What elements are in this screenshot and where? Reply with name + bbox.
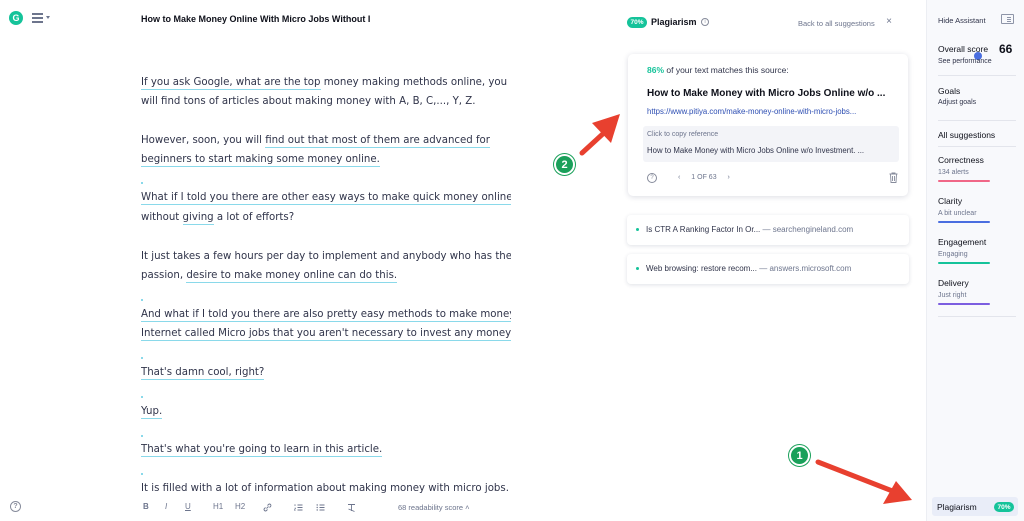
text-line: It is filled with a lot of information a…: [141, 483, 509, 494]
category-delivery[interactable]: Delivery: [938, 278, 969, 288]
underlined-suggestion[interactable]: What if I told you there are other easy …: [141, 192, 511, 205]
text-line: That's damn cool, right?: [141, 367, 265, 380]
h1-button[interactable]: H1: [213, 502, 223, 511]
assistant-sidebar: Hide Assistant Overall score 66 See perf…: [926, 0, 1024, 521]
text-line: will find tons of articles about making …: [141, 96, 476, 107]
text-line: passion, desire to make money online can…: [141, 270, 398, 283]
category-engagement-bar: [938, 262, 990, 264]
text-line: beginners to start making some money onl…: [141, 154, 380, 167]
callout-number-1: 1: [789, 445, 810, 466]
h2-button[interactable]: H2: [235, 502, 245, 511]
underlined-suggestion[interactable]: desire to make money online can do this.: [186, 270, 398, 283]
suggestion-marker: [141, 435, 143, 437]
arrow-to-plagiarism-item: [815, 459, 912, 504]
copy-reference-box[interactable]: Click to copy reference How to Make Mone…: [643, 126, 899, 162]
category-delivery-bar: [938, 303, 990, 305]
text-line: And what if I told you there are also pr…: [141, 309, 511, 322]
suggestion-marker: [141, 473, 143, 475]
underlined-suggestion[interactable]: That's what you're going to learn in thi…: [141, 444, 383, 457]
text-line: If you ask Google, what are the top mone…: [141, 77, 508, 90]
bold-button[interactable]: B: [143, 502, 149, 511]
category-delivery-status: Just right: [938, 292, 967, 299]
category-clarity[interactable]: Clarity: [938, 196, 962, 206]
suggestion-marker: [141, 396, 143, 398]
source-title[interactable]: How to Make Money with Micro Jobs Online…: [647, 88, 902, 99]
category-correctness-bar: [938, 180, 990, 182]
source-pager: ‹ 1 OF 63 ›: [678, 174, 739, 181]
suggestion-marker: [141, 357, 143, 359]
other-source-item[interactable]: Is CTR A Ranking Factor In Or... — searc…: [627, 215, 909, 245]
sidebar-item-plagiarism[interactable]: Plagiarism 70%: [932, 497, 1018, 516]
underlined-suggestion[interactable]: Internet called Micro jobs that you aren…: [141, 328, 511, 341]
underlined-suggestion[interactable]: Yup.: [141, 406, 163, 419]
plagiarism-badge: 70%: [627, 17, 647, 28]
underlined-suggestion[interactable]: beginners to start making some money onl…: [141, 154, 380, 167]
underlined-suggestion[interactable]: If you ask Google, what are the top: [141, 77, 321, 90]
suggestion-marker: [141, 299, 143, 301]
help-icon[interactable]: ?: [647, 173, 657, 183]
underline-button[interactable]: U: [185, 502, 191, 511]
text-line: It just takes a few hours per day to imp…: [141, 251, 511, 262]
copy-reference-label: Click to copy reference: [647, 131, 719, 138]
plagiarism-label: Plagiarism: [937, 502, 977, 512]
category-engagement[interactable]: Engagement: [938, 237, 986, 247]
help-icon[interactable]: ?: [10, 501, 21, 512]
hide-assistant-icon[interactable]: [1001, 14, 1014, 24]
arrow-to-source-card: [579, 114, 620, 156]
text-line: That's what you're going to learn in thi…: [141, 444, 383, 457]
category-clarity-bar: [938, 221, 990, 223]
copy-reference-text: How to Make Money with Micro Jobs Online…: [647, 146, 865, 155]
text-line: Yup.: [141, 406, 163, 419]
clear-format-icon[interactable]: [347, 503, 356, 512]
pager-prev-button[interactable]: ‹: [678, 174, 680, 181]
readability-score[interactable]: 68 readability score ˄: [398, 503, 470, 512]
goals-label[interactable]: Goals: [938, 86, 960, 96]
overall-score-value: 66: [999, 42, 1013, 56]
format-toolbar: B I U H1 H2: [141, 502, 371, 514]
plagiarism-panel-title: Plagiarism: [651, 17, 697, 27]
all-suggestions-link[interactable]: All suggestions: [938, 130, 995, 140]
bulleted-list-icon[interactable]: [316, 503, 325, 512]
editor-body[interactable]: If you ask Google, what are the top mone…: [141, 74, 511, 494]
adjust-goals-link[interactable]: Adjust goals: [938, 99, 976, 106]
category-correctness-status: 134 alerts: [938, 169, 969, 176]
pager-next-button[interactable]: ›: [728, 174, 730, 181]
trash-icon[interactable]: [889, 172, 898, 183]
text-line: without giving a lot of efforts?: [141, 212, 295, 225]
grammarly-logo-icon[interactable]: G: [9, 11, 23, 25]
close-icon[interactable]: ×: [884, 17, 894, 27]
divider: [938, 120, 1016, 121]
italic-button[interactable]: I: [165, 502, 167, 511]
other-source-item[interactable]: Web browsing: restore recom... — answers…: [627, 254, 909, 284]
match-summary: 86% of your text matches this source:: [647, 65, 789, 75]
plagiarism-source-card[interactable]: 86% of your text matches this source: Ho…: [628, 54, 908, 196]
back-to-suggestions-link[interactable]: Back to all suggestions: [798, 19, 875, 28]
underlined-suggestion[interactable]: find out that most of them are advanced …: [265, 135, 490, 148]
text-line: What if I told you there are other easy …: [141, 192, 511, 205]
underlined-suggestion[interactable]: And what if I told you there are also pr…: [141, 309, 511, 322]
divider: [938, 75, 1016, 76]
menu-icon[interactable]: [32, 11, 50, 25]
underlined-suggestion[interactable]: giving: [182, 212, 214, 225]
pager-page-indicator: 1 OF 63: [691, 174, 717, 181]
text-line: Internet called Micro jobs that you aren…: [141, 328, 511, 341]
underlined-suggestion[interactable]: That's damn cool, right?: [141, 367, 265, 380]
category-correctness[interactable]: Correctness: [938, 155, 984, 165]
document-title[interactable]: How to Make Money Online With Micro Jobs…: [141, 14, 441, 24]
plagiarism-score-badge: 70%: [994, 502, 1014, 512]
see-performance-link[interactable]: See performance: [938, 58, 992, 65]
link-icon[interactable]: [263, 503, 272, 512]
numbered-list-icon[interactable]: [294, 503, 303, 512]
category-engagement-status: Engaging: [938, 251, 968, 258]
suggestion-marker: [141, 182, 143, 184]
text-line: However, soon, you will find out that mo…: [141, 135, 490, 148]
callout-number-2: 2: [554, 154, 575, 175]
hide-assistant-button[interactable]: Hide Assistant: [938, 16, 986, 25]
category-clarity-status: A bit unclear: [938, 210, 977, 217]
source-url-link[interactable]: https://www.pitiya.com/make-money-online…: [647, 107, 902, 116]
divider: [938, 146, 1016, 147]
divider: [938, 316, 1016, 317]
info-icon[interactable]: i: [701, 18, 709, 26]
